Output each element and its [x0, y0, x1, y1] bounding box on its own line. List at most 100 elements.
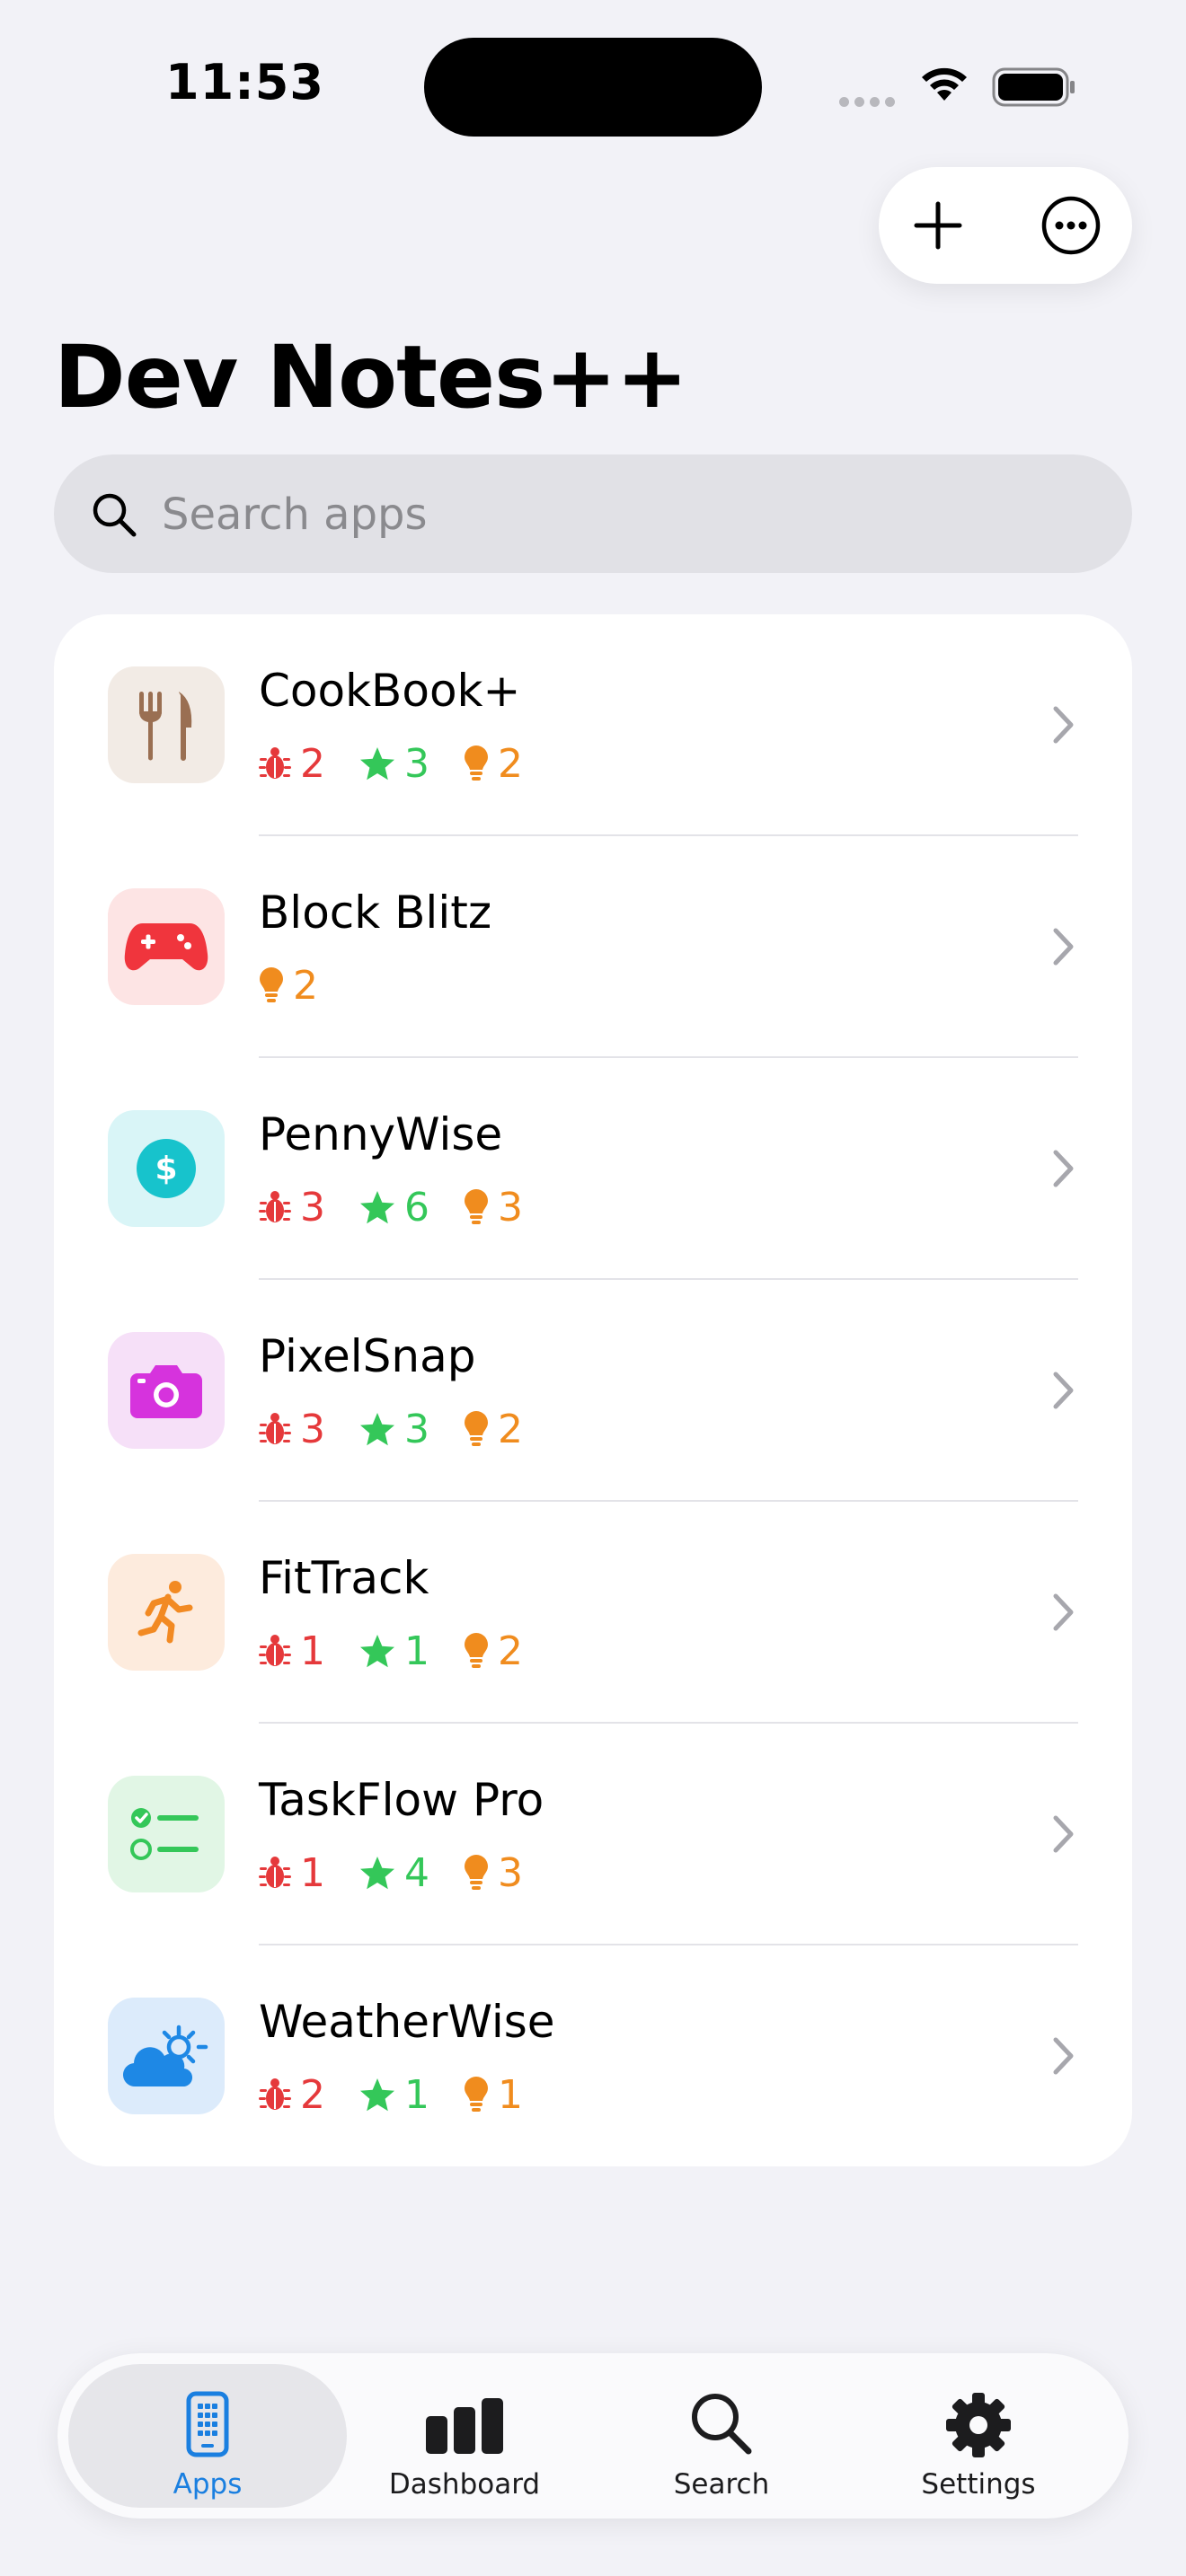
status-bar: 11:53	[0, 0, 1186, 171]
star-icon	[360, 1635, 394, 1668]
tab-label: Settings	[921, 2468, 1036, 2501]
wifi-icon	[922, 67, 967, 101]
chevron-right-icon	[1053, 2037, 1074, 2075]
cellular-signal-icon	[839, 93, 900, 110]
app-list: CookBook+ 2 3 2 Block Blitz 2 $ PennyWis…	[54, 614, 1132, 2166]
page-title: Dev Notes++	[54, 327, 688, 428]
app-name: PixelSnap	[259, 1330, 476, 1382]
more-options-button[interactable]	[1037, 191, 1105, 260]
app-icon-cookbook	[108, 666, 225, 783]
app-icon-pennywise: $	[108, 1110, 225, 1227]
lightbulb-icon	[465, 1855, 488, 1890]
list-item-taskflow-pro[interactable]: TaskFlow Pro 1 4 3	[54, 1724, 1132, 1945]
idea-count: 1	[464, 2072, 523, 2118]
bug-count: 3	[259, 1407, 325, 1452]
tab-bar: Apps Dashboard Search Settings	[58, 2353, 1128, 2519]
bug-count: 1	[259, 1850, 325, 1896]
app-name: CookBook+	[259, 665, 521, 717]
star-icon	[360, 1413, 394, 1446]
chevron-right-icon	[1053, 706, 1074, 744]
bug-icon	[259, 1191, 291, 1222]
ellipsis-circle-icon	[1041, 196, 1101, 255]
add-app-button[interactable]	[904, 191, 972, 260]
tab-label: Search	[673, 2468, 770, 2501]
idea-count: 3	[464, 1850, 523, 1896]
status-time: 11:53	[165, 54, 324, 110]
bug-count: 2	[259, 741, 325, 787]
bug-count: 2	[259, 2072, 325, 2118]
plus-icon	[914, 201, 962, 250]
app-name: FitTrack	[259, 1552, 429, 1604]
gear-icon	[946, 2393, 1011, 2457]
chevron-right-icon	[1053, 1593, 1074, 1631]
app-icon-pixelsnap	[108, 1332, 225, 1449]
app-name: TaskFlow Pro	[259, 1774, 544, 1826]
star-count: 3	[359, 1407, 429, 1452]
star-icon	[360, 2078, 394, 2112]
tab-label: Dashboard	[388, 2468, 541, 2501]
tab-label: Apps	[173, 2468, 243, 2501]
app-name: PennyWise	[259, 1108, 503, 1160]
fork-knife-icon	[139, 692, 192, 761]
lightbulb-icon	[465, 1633, 488, 1668]
bug-count: 1	[259, 1628, 325, 1674]
app-counts: 2 3 2	[259, 737, 557, 790]
cloud-sun-icon	[123, 2025, 208, 2087]
star-count: 6	[359, 1185, 429, 1231]
svg-text:$: $	[155, 1151, 177, 1187]
running-figure-icon	[137, 1581, 193, 1644]
app-counts: 3 3 2	[259, 1402, 557, 1456]
camera-icon	[130, 1365, 202, 1418]
dynamic-island	[424, 38, 762, 137]
idea-count: 2	[464, 1407, 523, 1452]
star-icon	[360, 1857, 394, 1890]
bug-icon	[259, 1413, 291, 1444]
bug-icon	[259, 1635, 291, 1666]
app-counts: 2	[259, 958, 352, 1012]
app-counts: 1 1 2	[259, 1624, 557, 1678]
chevron-right-icon	[1053, 1815, 1074, 1853]
idea-count: 2	[464, 1628, 523, 1674]
lightbulb-icon	[465, 745, 488, 781]
tab-apps[interactable]: Apps	[68, 2364, 347, 2508]
idea-count: 2	[259, 963, 318, 1009]
star-count: 1	[359, 2072, 429, 2118]
list-item-pixelsnap[interactable]: PixelSnap 3 3 2	[54, 1280, 1132, 1502]
checklist-icon	[130, 1808, 199, 1860]
lightbulb-icon	[465, 2077, 488, 2112]
search-input[interactable]	[160, 478, 1098, 551]
lightbulb-icon	[465, 1189, 488, 1224]
list-item-weatherwise[interactable]: WeatherWise 2 1 1	[54, 1945, 1132, 2167]
app-name: WeatherWise	[259, 1996, 555, 2048]
battery-icon	[992, 67, 1075, 107]
star-count: 1	[359, 1628, 429, 1674]
search-icon	[93, 493, 137, 537]
bug-icon	[259, 1857, 291, 1888]
app-counts: 2 1 1	[259, 2068, 557, 2122]
lightbulb-icon	[465, 1411, 488, 1446]
star-icon	[360, 747, 394, 781]
list-item-block-blitz[interactable]: Block Blitz 2	[54, 836, 1132, 1058]
tab-settings[interactable]: Settings	[839, 2364, 1118, 2508]
app-counts: 3 6 3	[259, 1180, 557, 1234]
idea-count: 2	[464, 741, 523, 787]
idea-count: 3	[464, 1185, 523, 1231]
star-icon	[360, 1191, 394, 1224]
list-item-pennywise[interactable]: $ PennyWise 3 6 3	[54, 1058, 1132, 1280]
tab-dashboard[interactable]: Dashboard	[325, 2364, 604, 2508]
star-count: 4	[359, 1850, 429, 1896]
list-item-cookbook[interactable]: CookBook+ 2 3 2	[54, 614, 1132, 836]
app-counts: 1 4 3	[259, 1846, 557, 1900]
bug-count: 3	[259, 1185, 325, 1231]
app-icon-block-blitz	[108, 888, 225, 1005]
app-icon-taskflow-pro	[108, 1776, 225, 1892]
app-name: Block Blitz	[259, 887, 492, 939]
top-actions-pill	[879, 167, 1132, 284]
search-bar[interactable]	[54, 454, 1132, 573]
tab-search[interactable]: Search	[582, 2364, 861, 2508]
chevron-right-icon	[1053, 928, 1074, 966]
dollar-icon: $	[137, 1139, 196, 1198]
list-item-fittrack[interactable]: FitTrack 1 1 2	[54, 1502, 1132, 1724]
lightbulb-icon	[260, 967, 283, 1002]
bug-icon	[259, 747, 291, 779]
